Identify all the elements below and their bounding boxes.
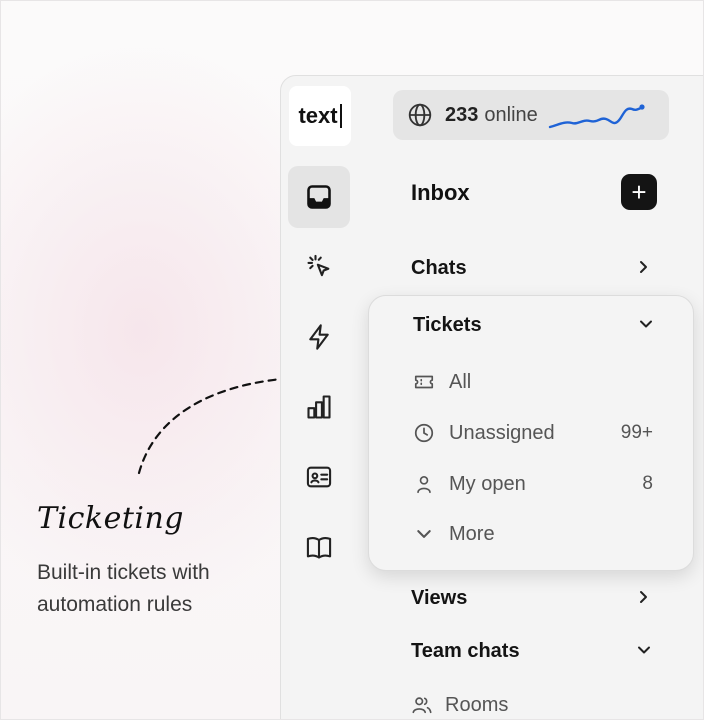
- online-sparkline: [548, 104, 645, 129]
- users-icon: [411, 694, 433, 716]
- bar-chart-icon: [307, 395, 331, 419]
- online-status[interactable]: 233 online: [393, 90, 669, 140]
- inbox-title: Inbox: [411, 180, 470, 205]
- nav-contacts[interactable]: [288, 446, 350, 508]
- nav-workflows[interactable]: [288, 306, 350, 368]
- section-views-label: Views: [411, 586, 468, 609]
- ticket-filter-label: My open: [449, 472, 526, 495]
- ticket-filter-label: More: [449, 522, 495, 545]
- rooms-label: Rooms: [445, 693, 509, 716]
- app-logo[interactable]: text: [289, 86, 351, 146]
- section-chats-label: Chats: [411, 256, 467, 279]
- inbox-icon: [307, 185, 331, 209]
- chevron-right-icon: [637, 588, 651, 609]
- globe-icon: [408, 103, 432, 127]
- nav-reports[interactable]: [288, 376, 350, 438]
- ticket-count-badge: 99+: [620, 422, 653, 443]
- ticket-filter-unassigned[interactable]: Unassigned 99+: [413, 418, 653, 448]
- ticket-filter-my-open[interactable]: My open 8: [413, 469, 653, 499]
- section-views[interactable]: Views: [411, 583, 651, 613]
- ticket-filter-all[interactable]: All: [413, 367, 653, 397]
- nav-automation[interactable]: [288, 236, 350, 298]
- chevron-down-icon: [413, 523, 435, 545]
- nav-knowledge[interactable]: [288, 516, 350, 578]
- tickets-title: Tickets: [413, 314, 482, 336]
- feature-title: Ticketing: [37, 501, 185, 536]
- add-button[interactable]: +: [621, 174, 657, 210]
- online-label: online: [484, 103, 538, 126]
- ticket-count-badge: 8: [642, 473, 653, 494]
- feature-description: Built-in tickets with automation rules: [37, 561, 210, 616]
- team-chats-rooms[interactable]: Rooms: [411, 690, 651, 719]
- lightning-icon: [309, 324, 329, 350]
- tickets-header[interactable]: Tickets: [413, 314, 653, 337]
- ticket-filter-label: All: [449, 370, 472, 393]
- clock-icon: [413, 422, 435, 444]
- nav-inbox[interactable]: [288, 166, 350, 228]
- chevron-down-icon: [637, 641, 651, 662]
- contact-card-icon: [306, 466, 332, 488]
- section-team-chats[interactable]: Team chats: [411, 636, 651, 666]
- chevron-right-icon: [637, 258, 651, 279]
- click-icon: [307, 254, 330, 277]
- ticket-icon: [413, 371, 435, 393]
- ticket-filter-label: Unassigned: [449, 421, 555, 444]
- section-chats[interactable]: Chats: [411, 253, 651, 283]
- logo-text: text: [298, 103, 338, 128]
- canvas: Ticketing Built-in tickets with automati…: [0, 0, 704, 720]
- chevron-down-icon: [639, 314, 653, 337]
- section-team-chats-label: Team chats: [411, 639, 520, 662]
- online-count: 233: [445, 103, 479, 126]
- ticket-filter-more[interactable]: More: [413, 519, 653, 549]
- user-icon: [413, 473, 435, 495]
- tickets-card: Tickets All Unassigned 99+ My open 8 Mor…: [368, 295, 694, 571]
- text-cursor: [339, 104, 342, 128]
- book-icon: [306, 537, 332, 559]
